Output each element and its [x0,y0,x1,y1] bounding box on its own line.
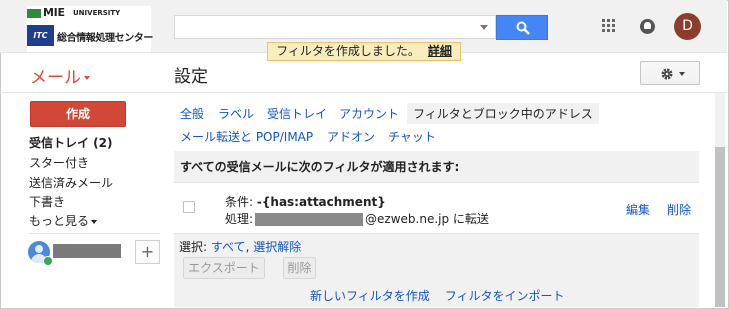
select-none-link[interactable]: 選択解除 [253,240,301,254]
toast-message: フィルタを作成しました。 [276,44,420,58]
condition-label: 条件: [225,195,254,209]
gear-icon [661,68,673,80]
action-label: 処理: [225,212,254,226]
search-button[interactable] [496,15,548,40]
filter-actions-links: 新しいフィルタを作成 フィルタをインポート [310,287,565,304]
action-suffix: @ezweb.ne.jp に転送 [365,212,489,226]
delete-selected-button[interactable]: 削除 [283,257,316,279]
import-filters-link[interactable]: フィルタをインポート [445,289,565,303]
redacted-address [255,213,364,226]
select-row: 選択: すべて, 選択解除 [179,238,301,255]
filter-checkbox[interactable] [183,201,195,213]
search-options-caret-icon[interactable] [480,25,488,30]
tab-addons[interactable]: アドオン [327,128,375,145]
filter-created-toast: フィルタを作成しました。 詳細 [267,42,461,61]
sidebar-item-more[interactable]: もっと見る [29,212,98,229]
gear-menu-caret-icon [679,72,685,76]
chevron-down-icon [84,76,90,80]
mail-app-label: メール [30,68,81,88]
account-avatar[interactable]: D [674,13,701,40]
create-filter-link[interactable]: 新しいフィルタを作成 [310,289,430,303]
header-divider [0,92,727,93]
filter-condition: 条件: -{has:attachment} [225,193,386,210]
export-button[interactable]: エクスポート [183,257,265,279]
tab-filters[interactable]: フィルタとブロック中のアドレス [407,103,599,124]
online-status-icon [43,256,53,266]
sidebar-divider [29,233,160,234]
toast-detail-link[interactable]: 詳細 [428,44,452,58]
page-title: 設定 [174,67,208,87]
add-contact-button[interactable]: + [135,240,160,264]
filter-action: 処理: @ezweb.ne.jp に転送 [225,210,489,227]
mail-app-switcher[interactable]: メール [30,63,90,88]
logo-university-text: UNIVERSITY [73,9,121,17]
sidebar-item-more-label: もっと見る [29,214,90,228]
delete-filter-link[interactable]: 削除 [667,201,691,218]
search-input[interactable] [174,15,496,39]
apps-grid-icon[interactable] [602,19,616,33]
logo-center-name: 総合情報処理センター [57,33,153,44]
sidebar-item-drafts[interactable]: 下書き [29,193,65,210]
compose-button[interactable]: 作成 [30,101,126,127]
tab-forwarding[interactable]: メール転送と POP/IMAP [180,128,313,145]
tab-labels[interactable]: ラベル [218,105,254,122]
scrollbar-track[interactable] [715,93,725,147]
logo-green-mark-icon [27,9,41,18]
sidebar-item-sent[interactable]: 送信済みメール [29,174,113,191]
tab-accounts[interactable]: アカウント [339,105,399,122]
tab-general[interactable]: 全般 [180,105,204,122]
sidebar-item-inbox[interactable]: 受信トレイ (2) [29,134,113,151]
chevron-down-icon [91,219,98,224]
edit-filter-link[interactable]: 編集 [626,201,650,218]
redacted-username [53,244,121,258]
scrollbar-thumb[interactable] [715,147,725,307]
tab-inbox[interactable]: 受信トレイ [267,105,327,122]
settings-gear-button[interactable] [640,61,700,85]
filters-heading: すべての受信メールに次のフィルタが適用されます: [180,160,460,174]
search-icon [516,21,530,35]
condition-value: -{has:attachment} [256,195,386,209]
select-label: 選択: [179,240,208,254]
tab-chat[interactable]: チャット [388,128,436,145]
notifications-bell-icon[interactable] [640,19,655,34]
logo-itc-box: ITC [27,25,54,46]
select-all-link[interactable]: すべて [211,240,246,254]
sidebar-item-starred[interactable]: スター付き [29,154,89,171]
logo-mie-text: MIE [43,6,65,19]
university-logo[interactable]: MIE UNIVERSITY ITC 総合情報処理センター [27,6,153,52]
